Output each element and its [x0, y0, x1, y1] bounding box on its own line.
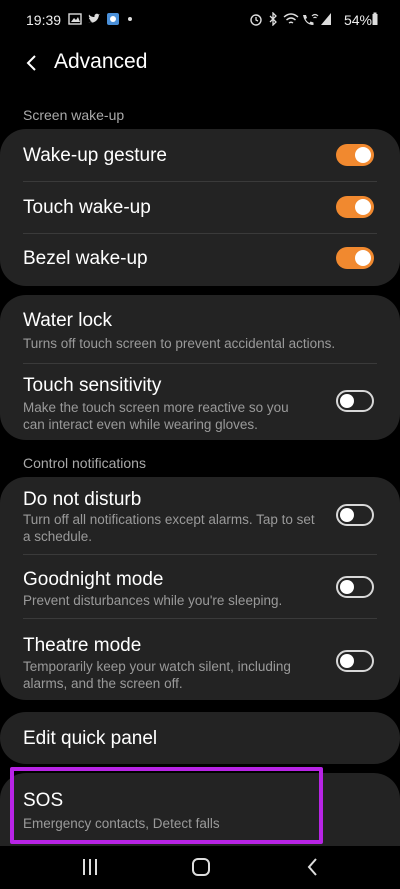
goodnight-mode-description: Prevent disturbances while you're sleepi… [23, 593, 283, 608]
back-icon[interactable] [301, 856, 325, 878]
touch-sensitivity-label: Touch sensitivity [23, 375, 162, 396]
touch-sensitivity-toggle[interactable] [336, 390, 374, 412]
goodnight-mode-label: Goodnight mode [23, 569, 164, 590]
wifi-icon [283, 13, 299, 24]
water-lock-description: Turns off touch screen to prevent accide… [23, 336, 336, 351]
touch-sensitivity-description: Make the touch screen more reactive so y… [23, 400, 289, 432]
water-lock-row[interactable]: Water lock Turns off touch screen to pre… [0, 295, 400, 363]
toggle-knob [340, 580, 354, 594]
goodnight-mode-toggle[interactable] [336, 576, 374, 598]
do-not-disturb-label: Do not disturb [23, 489, 142, 510]
bezel-wakeup-row[interactable]: Bezel wake-up [0, 234, 400, 286]
app-header: Advanced [0, 40, 400, 90]
theatre-mode-row[interactable]: Theatre mode Temporarily keep your watch… [0, 619, 400, 700]
twitter-icon [88, 13, 100, 23]
goodnight-mode-row[interactable]: Goodnight mode Prevent disturbances whil… [0, 555, 400, 618]
touch-wakeup-row[interactable]: Touch wake-up [0, 182, 400, 233]
lock-card: Water lock Turns off touch screen to pre… [0, 295, 400, 440]
wakeup-card: Wake-up gesture Touch wake-up Bezel wake… [0, 129, 400, 286]
wakeup-gesture-label: Wake-up gesture [23, 145, 167, 166]
bluetooth-icon [269, 12, 277, 26]
theatre-mode-description: Temporarily keep your watch silent, incl… [23, 659, 291, 691]
do-not-disturb-description: Turn off all notifications except alarms… [23, 512, 315, 544]
do-not-disturb-toggle[interactable] [336, 504, 374, 526]
touch-sensitivity-row[interactable]: Touch sensitivity Make the touch screen … [0, 364, 400, 440]
toggle-knob [340, 394, 354, 408]
wifi-calling-icon [303, 13, 319, 25]
bezel-wakeup-toggle[interactable] [336, 247, 374, 269]
signal-icon [321, 13, 331, 25]
toggle-knob [340, 654, 354, 668]
do-not-disturb-row[interactable]: Do not disturb Turn off all notification… [0, 477, 400, 554]
gallery-icon [68, 13, 82, 25]
more-notifications-icon [128, 17, 132, 21]
water-lock-label: Water lock [23, 310, 113, 331]
wakeup-gesture-row[interactable]: Wake-up gesture [0, 129, 400, 181]
toggle-knob [355, 250, 371, 266]
section-label-screen-wakeup: Screen wake-up [23, 107, 125, 123]
home-icon[interactable] [189, 856, 213, 878]
touch-wakeup-label: Touch wake-up [23, 197, 151, 218]
recent-apps-icon[interactable] [78, 856, 102, 878]
touch-wakeup-toggle[interactable] [336, 196, 374, 218]
edit-quick-panel-label: Edit quick panel [23, 728, 158, 749]
alarm-icon [250, 14, 262, 26]
notifications-card: Do not disturb Turn off all notification… [0, 477, 400, 700]
edit-quick-panel-row[interactable]: Edit quick panel [0, 712, 400, 764]
highlight-box [10, 767, 323, 844]
battery-percent: 54% [343, 12, 372, 28]
theatre-mode-toggle[interactable] [336, 650, 374, 672]
toggle-knob [340, 508, 354, 522]
toggle-knob [355, 147, 371, 163]
page-title: Advanced [54, 50, 148, 73]
status-time: 19:39 [26, 12, 62, 28]
back-arrow-icon[interactable] [22, 52, 44, 74]
bezel-wakeup-label: Bezel wake-up [23, 248, 148, 269]
theatre-mode-label: Theatre mode [23, 635, 142, 656]
toggle-knob [355, 199, 371, 215]
battery-icon [372, 12, 378, 25]
app-notification-icon [107, 13, 119, 25]
status-bar: 19:39 54% [0, 0, 400, 40]
section-label-control-notifications: Control notifications [23, 455, 146, 471]
navigation-bar [0, 846, 400, 889]
wakeup-gesture-toggle[interactable] [336, 144, 374, 166]
